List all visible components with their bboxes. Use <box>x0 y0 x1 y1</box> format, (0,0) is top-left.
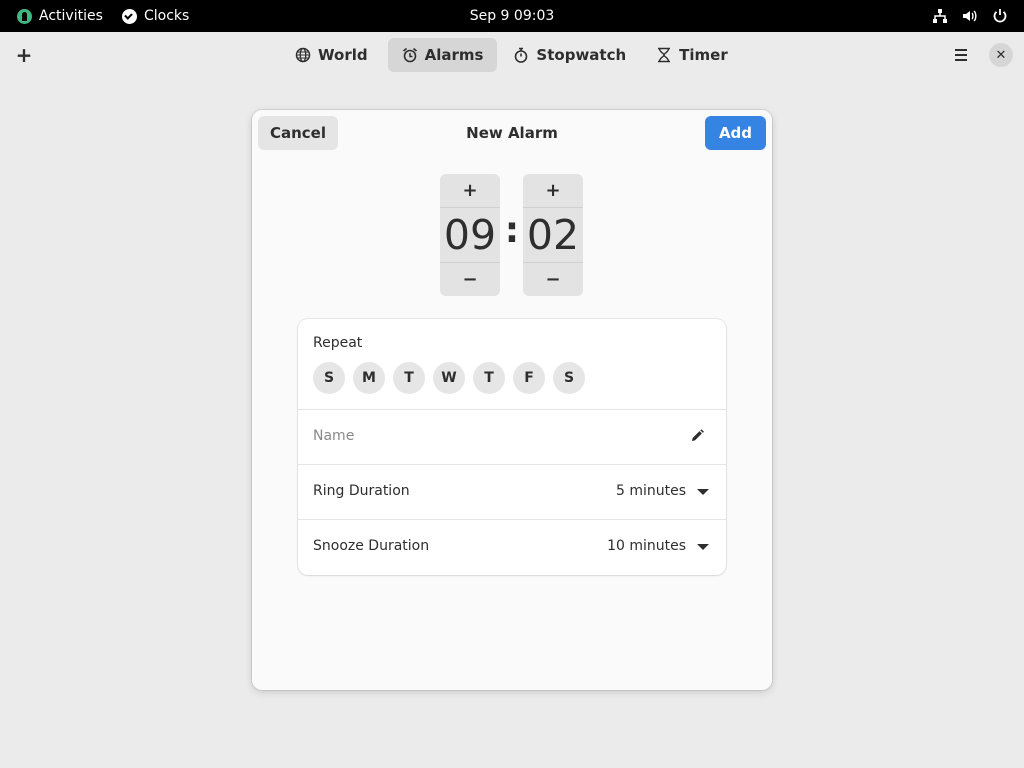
day-toggle-sunday[interactable]: S <box>313 362 345 394</box>
hour-decrement-button[interactable]: − <box>440 262 500 296</box>
snooze-duration-label: Snooze Duration <box>313 538 430 554</box>
name-field[interactable]: Name <box>313 428 354 444</box>
day-toggle-wednesday[interactable]: W <box>433 362 465 394</box>
activities-label: Activities <box>39 8 103 24</box>
fedora-logo-icon <box>17 8 32 24</box>
globe-icon <box>295 47 311 63</box>
add-icon: + <box>15 43 33 67</box>
clocks-app-icon <box>122 8 137 24</box>
activities-button[interactable]: Activities <box>17 8 103 24</box>
close-icon: ✕ <box>995 47 1007 63</box>
network-icon <box>932 8 948 24</box>
snooze-duration-row[interactable]: Snooze Duration 10 minutes <box>298 519 726 574</box>
tab-alarms-label: Alarms <box>424 46 484 64</box>
alarm-settings-card: Repeat S M T W T F S Name Ring Duration … <box>298 319 726 575</box>
tab-stopwatch-label: Stopwatch <box>536 46 627 64</box>
new-alarm-dialog: Cancel New Alarm Add + 09 − : + 02 − Rep… <box>252 110 772 690</box>
minute-decrement-button[interactable]: − <box>523 262 583 296</box>
name-row[interactable]: Name <box>298 409 726 464</box>
power-icon <box>992 8 1008 24</box>
time-separator: : <box>504 210 520 251</box>
day-toggle-thursday[interactable]: T <box>473 362 505 394</box>
repeat-days: S M T W T F S <box>313 362 585 394</box>
stopwatch-icon <box>513 47 529 63</box>
tab-stopwatch[interactable]: Stopwatch <box>499 38 640 72</box>
chevron-down-icon <box>697 544 709 550</box>
hamburger-icon <box>955 49 967 51</box>
hour-increment-button[interactable]: + <box>440 174 500 208</box>
top-bar-left: Activities <box>17 0 103 32</box>
hamburger-icon-line <box>955 54 967 56</box>
minute-increment-button[interactable]: + <box>523 174 583 208</box>
edit-pencil-icon <box>690 428 704 447</box>
day-toggle-friday[interactable]: F <box>513 362 545 394</box>
hour-value[interactable]: 09 <box>440 208 500 262</box>
tab-timer[interactable]: Timer <box>642 38 742 72</box>
app-menu-label: Clocks <box>144 8 190 24</box>
app-menu-button[interactable]: Clocks <box>122 0 189 32</box>
close-window-button[interactable]: ✕ <box>989 43 1013 67</box>
tab-timer-label: Timer <box>679 46 728 64</box>
tab-world-label: World <box>318 46 368 64</box>
top-bar: Activities Clocks Sep 9 09:03 <box>0 0 1024 32</box>
alarm-icon <box>402 47 418 63</box>
datetime-label[interactable]: Sep 9 09:03 <box>470 8 555 24</box>
day-toggle-tuesday[interactable]: T <box>393 362 425 394</box>
day-toggle-monday[interactable]: M <box>353 362 385 394</box>
minute-spinner: + 02 − <box>523 174 583 296</box>
snooze-duration-value[interactable]: 10 minutes <box>607 538 686 554</box>
header-bar: + World Alarms Stopwatch Timer ✕ <box>0 32 1024 78</box>
hour-spinner: + 09 − <box>440 174 500 296</box>
tab-alarms[interactable]: Alarms <box>387 38 498 72</box>
hamburger-icon-line <box>955 59 967 61</box>
ring-duration-label: Ring Duration <box>313 483 410 499</box>
tab-world[interactable]: World <box>281 38 382 72</box>
system-status-area[interactable] <box>932 0 1008 32</box>
repeat-label: Repeat <box>313 335 363 351</box>
add-button[interactable]: Add <box>705 116 766 150</box>
minute-value[interactable]: 02 <box>523 208 583 262</box>
main-menu-button[interactable] <box>950 45 972 65</box>
view-switcher: World Alarms Stopwatch Timer <box>281 38 742 72</box>
ring-duration-value[interactable]: 5 minutes <box>616 483 686 499</box>
volume-icon <box>962 8 978 24</box>
new-alarm-button[interactable]: + <box>13 43 35 67</box>
day-toggle-saturday[interactable]: S <box>553 362 585 394</box>
dialog-title: New Alarm <box>466 124 558 142</box>
ring-duration-row[interactable]: Ring Duration 5 minutes <box>298 464 726 519</box>
chevron-down-icon <box>697 489 709 495</box>
hourglass-icon <box>656 47 672 63</box>
